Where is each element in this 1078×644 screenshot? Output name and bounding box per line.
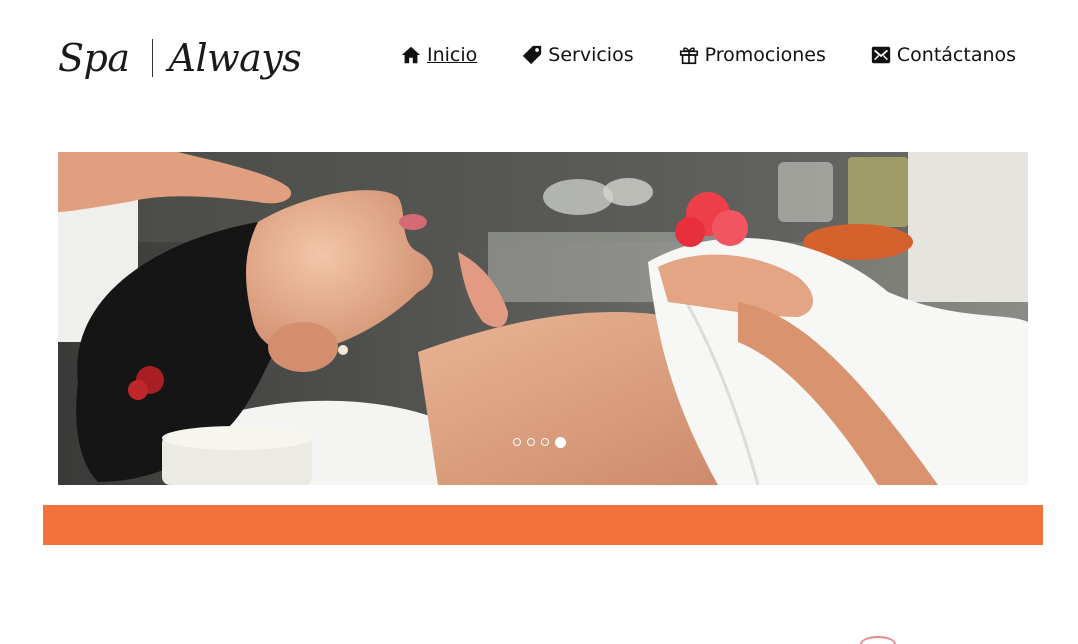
envelope-icon bbox=[870, 44, 892, 66]
main-nav: Inicio Servicios Promociones Contáctanos bbox=[400, 40, 1016, 70]
slider-dots bbox=[513, 436, 566, 448]
home-icon bbox=[400, 44, 422, 66]
logo-part-spa: Spa bbox=[58, 36, 130, 80]
nav-item-contactanos[interactable]: Contáctanos bbox=[870, 44, 1016, 66]
page: Spa Always Inicio Servicios Promociones bbox=[0, 0, 1078, 644]
hero-slider[interactable] bbox=[58, 152, 1028, 485]
nav-item-inicio[interactable]: Inicio bbox=[400, 44, 477, 66]
nav-label-servicios: Servicios bbox=[548, 44, 634, 66]
nav-label-promociones: Promociones bbox=[704, 44, 826, 66]
logo[interactable]: Spa Always bbox=[58, 32, 302, 84]
logo-divider bbox=[151, 39, 153, 77]
slider-dot-4[interactable] bbox=[555, 436, 566, 448]
gift-icon bbox=[678, 44, 700, 66]
nav-item-promociones[interactable]: Promociones bbox=[678, 44, 826, 66]
nav-label-inicio: Inicio bbox=[427, 44, 478, 66]
slider-dot-3[interactable] bbox=[541, 438, 549, 446]
slider-dot-2[interactable] bbox=[527, 438, 535, 446]
slider-dot-1[interactable] bbox=[513, 438, 521, 446]
decorative-mark bbox=[860, 636, 896, 644]
logo-part-always: Always bbox=[168, 36, 302, 80]
orange-banner bbox=[43, 505, 1043, 545]
tag-icon bbox=[521, 44, 543, 66]
nav-item-servicios[interactable]: Servicios bbox=[521, 44, 634, 66]
nav-label-contactanos: Contáctanos bbox=[896, 44, 1017, 66]
hero-image bbox=[58, 152, 1028, 485]
